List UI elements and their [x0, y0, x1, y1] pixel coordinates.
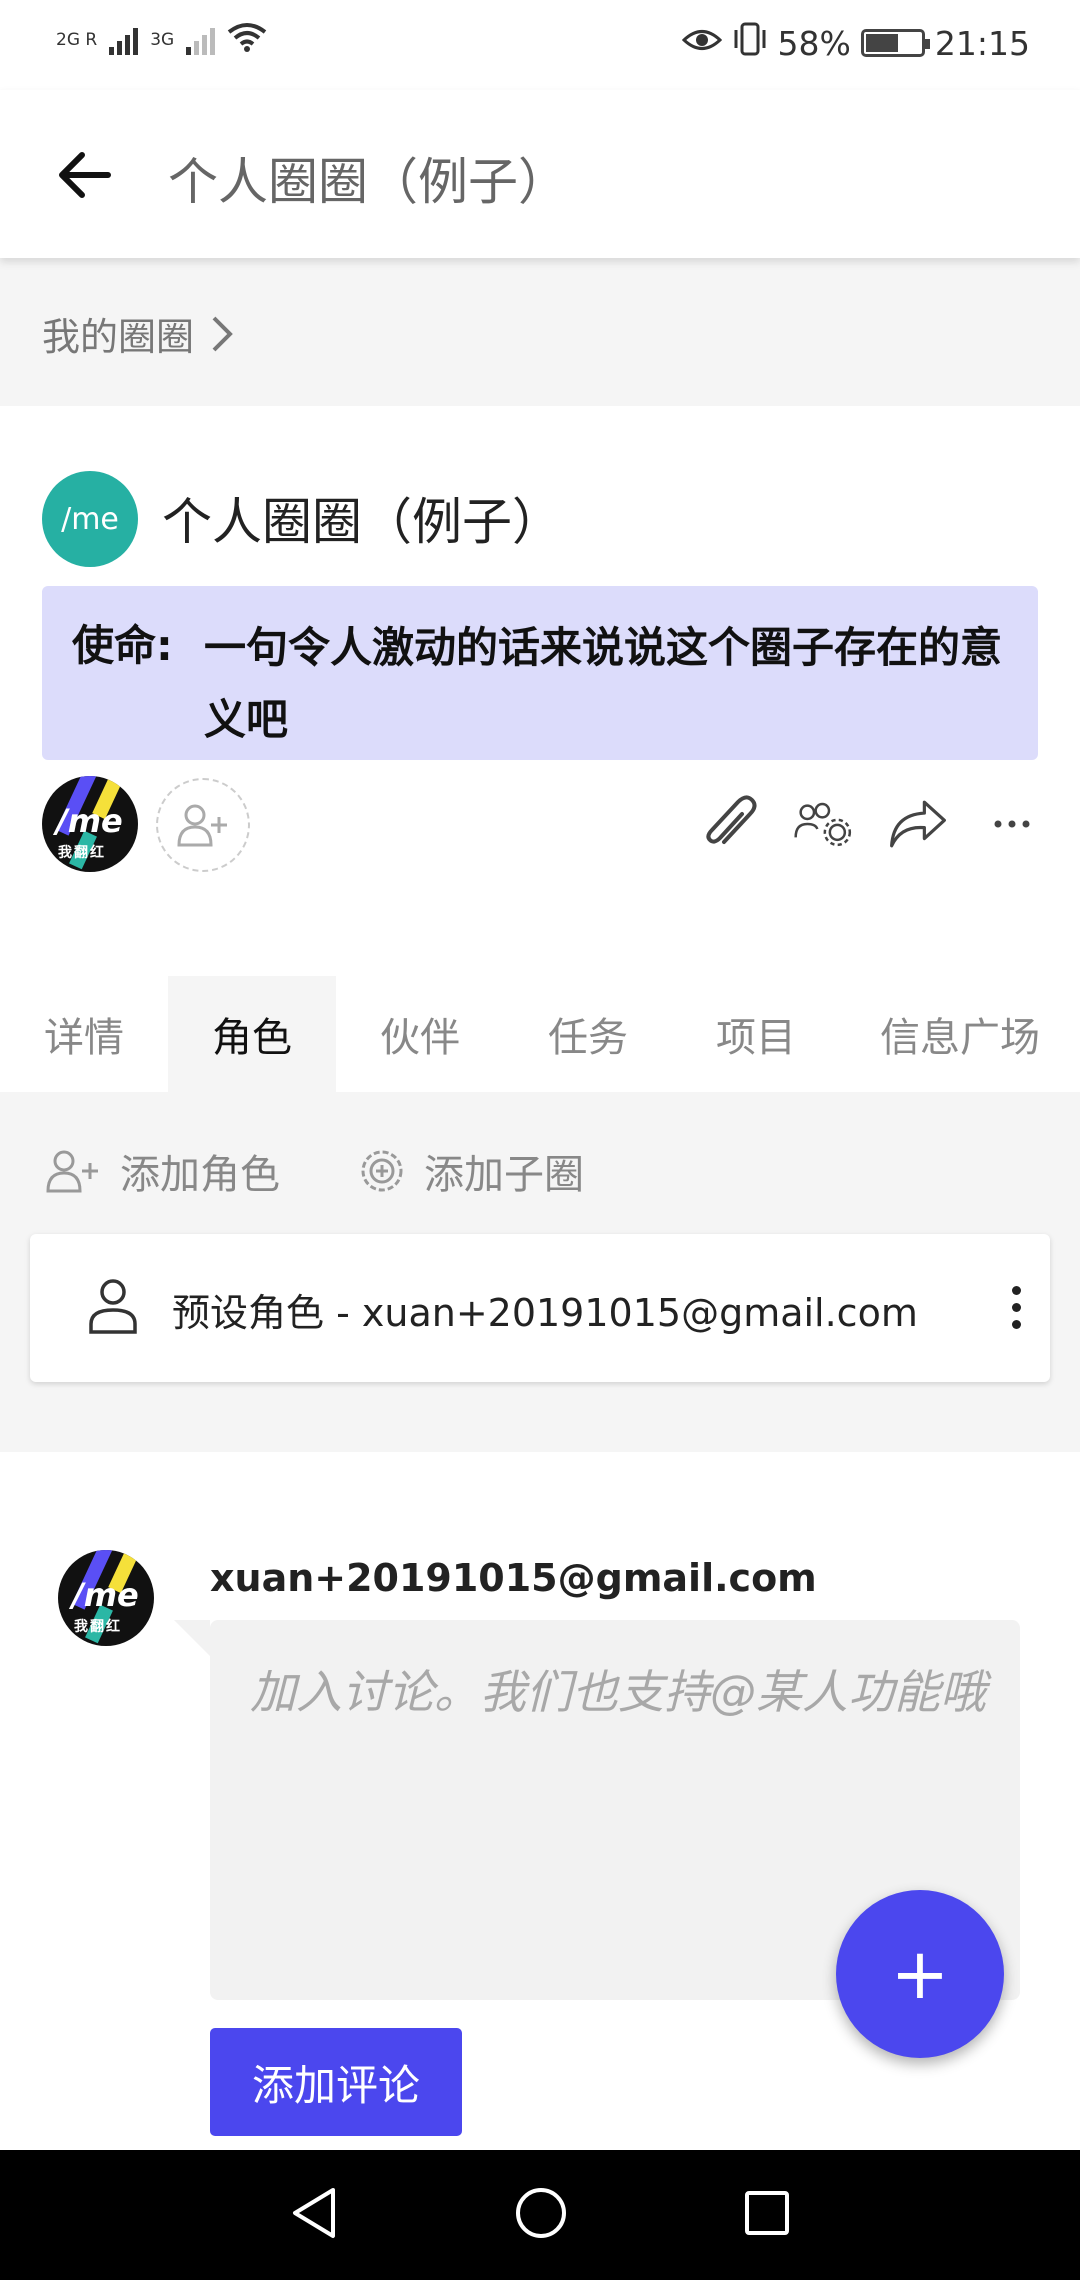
nav-recents-button[interactable] — [743, 2189, 791, 2241]
clock: 21:15 — [934, 23, 1030, 63]
add-role-button[interactable]: 添加角色 — [46, 1142, 280, 1200]
arrow-left-icon — [59, 152, 111, 198]
add-member-button[interactable] — [156, 778, 250, 872]
add-person-icon — [177, 804, 227, 847]
member-row: /me 我翻红 — [42, 776, 1042, 876]
role-menu-button[interactable] — [1012, 1286, 1026, 1329]
avatar-text: /me — [56, 802, 123, 840]
signal-3g-label: 3G — [150, 29, 175, 50]
more-horizontal-icon — [994, 820, 1030, 828]
wifi-icon — [227, 22, 267, 57]
triangle-back-icon — [293, 2188, 335, 2238]
fab-add-button[interactable]: + — [836, 1890, 1004, 2058]
chevron-right-icon — [212, 316, 233, 351]
add-subcircle-label: 添加子圈 — [424, 1152, 584, 1198]
mission-label: 使命: — [72, 621, 173, 670]
app-bar: 个人圈圈（例子） — [0, 90, 1080, 258]
add-subcircle-button[interactable]: 添加子圈 — [360, 1142, 584, 1200]
breadcrumb[interactable]: 我的圈圈 — [42, 306, 234, 361]
tab-roles[interactable]: 角色 — [168, 976, 336, 1092]
avatar-subtext: 我翻红 — [58, 845, 106, 861]
add-role-label: 添加角色 — [120, 1152, 280, 1198]
avatar-text: /me — [72, 1576, 139, 1614]
add-comment-button[interactable]: 添加评论 — [210, 2028, 462, 2136]
nav-home-button[interactable] — [514, 2186, 568, 2244]
circle-home-icon — [516, 2188, 566, 2238]
vibrate-icon — [732, 22, 768, 64]
breadcrumb-label: 我的圈圈 — [42, 315, 195, 359]
role-card[interactable]: 预设角色 - xuan+20191015@gmail.com — [30, 1234, 1050, 1382]
nav-back-button[interactable] — [289, 2186, 339, 2244]
paperclip-icon — [706, 795, 757, 844]
tab-tasks[interactable]: 任务 — [504, 976, 672, 1092]
square-recents-icon — [745, 2191, 789, 2235]
status-right: 58% 21:15 — [681, 22, 1030, 64]
person-icon — [88, 1278, 138, 1338]
mission-banner: 使命: 一句令人激动的话来说说这个圈子存在的意义吧 — [42, 586, 1038, 760]
comment-username: xuan+20191015@gmail.com — [210, 1556, 817, 1600]
back-button[interactable] — [50, 140, 120, 210]
mission-text: 一句令人激动的话来说说这个圈子存在的意义吧 — [204, 623, 1003, 744]
breadcrumb-area: 我的圈圈 — [0, 258, 1080, 406]
tab-info-square[interactable]: 信息广场 — [840, 976, 1080, 1092]
status-left: 2G R 3G — [56, 22, 267, 57]
circle-title: 个人圈圈（例子） — [162, 493, 562, 551]
avatar-subtext: 我翻红 — [74, 1619, 122, 1635]
comment-placeholder: 加入讨论。我们也支持@某人功能哦 — [250, 1665, 986, 1719]
role-actions: 添加角色 添加子圈 — [46, 1142, 584, 1200]
more-options-button[interactable] — [982, 794, 1042, 854]
roles-panel: 添加角色 添加子圈 预设角色 - xuan+20191015@gmail.com — [0, 1092, 1080, 1452]
comment-avatar: /me 我翻红 — [58, 1550, 154, 1646]
signal-strength-icon — [109, 25, 139, 55]
share-button[interactable] — [888, 794, 948, 854]
role-label: 预设角色 - xuan+20191015@gmail.com — [172, 1291, 918, 1335]
eye-icon — [681, 24, 722, 63]
add-circle-icon — [361, 1150, 403, 1192]
add-person-icon — [46, 1150, 98, 1193]
tab-partners[interactable]: 伙伴 — [336, 976, 504, 1092]
tab-details[interactable]: 详情 — [0, 976, 168, 1092]
page-title: 个人圈圈（例子） — [168, 153, 568, 211]
tab-projects[interactable]: 项目 — [672, 976, 840, 1092]
avatar[interactable]: /me 我翻红 — [42, 776, 138, 872]
signal-2g-label: 2G R — [56, 29, 98, 50]
member-settings-button[interactable] — [794, 794, 854, 854]
status-bar: 2G R 3G 58% 21:15 — [0, 0, 1080, 90]
signal-strength-icon-2 — [186, 25, 216, 55]
tab-bar: 详情 角色 伙伴 任务 项目 信息广场 — [0, 976, 1080, 1092]
system-nav-bar — [0, 2150, 1080, 2280]
battery-percent: 58% — [777, 23, 851, 63]
attachment-button[interactable] — [700, 794, 760, 854]
battery-icon — [860, 29, 930, 57]
circle-logo: /me — [42, 471, 138, 567]
share-icon — [890, 800, 946, 848]
circle-actions — [700, 794, 1042, 854]
plus-icon: + — [890, 1933, 950, 2015]
group-settings-icon — [794, 802, 852, 847]
